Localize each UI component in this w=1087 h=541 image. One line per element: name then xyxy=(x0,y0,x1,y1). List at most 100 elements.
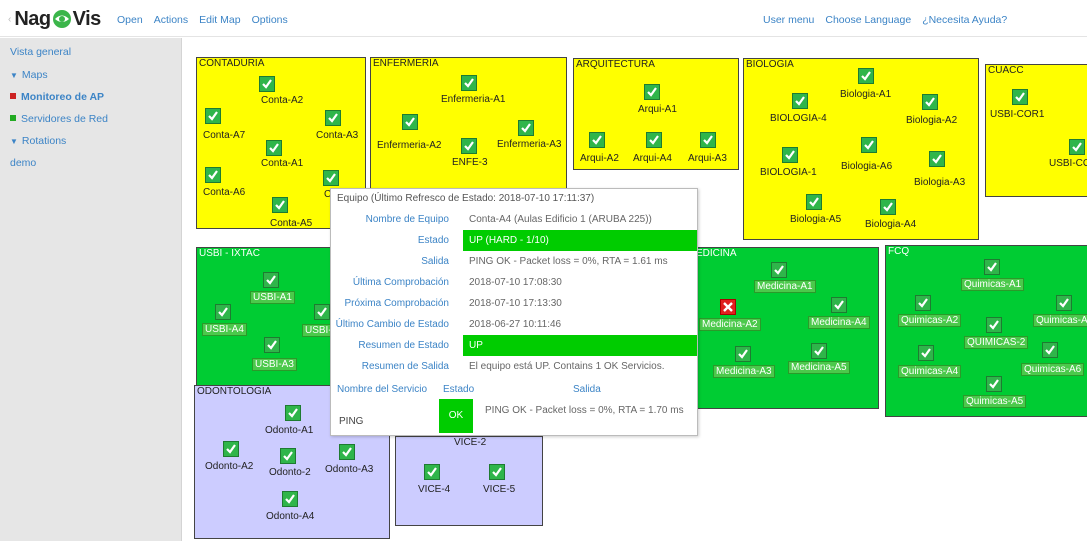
host-ok-icon[interactable] xyxy=(323,170,339,186)
host-ok-icon[interactable] xyxy=(735,346,751,362)
host-label[interactable]: Enfermeria-A3 xyxy=(496,139,562,150)
host-ok-icon[interactable] xyxy=(792,93,808,109)
host-label[interactable]: Biologia-A6 xyxy=(840,161,893,172)
area-cuacc[interactable]: CUACC USBI-COR1 USBI-COR xyxy=(985,64,1087,197)
host-label[interactable]: Biologia-A2 xyxy=(905,115,958,126)
host-label[interactable]: Arqui-A2 xyxy=(579,153,620,164)
host-label[interactable]: Enfermeria-A2 xyxy=(376,140,442,151)
host-label[interactable]: Medicina-A3 xyxy=(713,365,775,378)
host-ok-icon[interactable] xyxy=(880,199,896,215)
host-ok-icon[interactable] xyxy=(811,343,827,359)
host-label[interactable]: Odonto-2 xyxy=(268,467,312,478)
menu-edit-map[interactable]: Edit Map xyxy=(199,14,240,26)
host-label[interactable]: Conta-A2 xyxy=(260,95,304,106)
host-label[interactable]: Conta-A1 xyxy=(260,158,304,169)
host-ok-icon[interactable] xyxy=(646,132,662,148)
host-label[interactable]: Conta-A7 xyxy=(202,130,246,141)
host-label[interactable]: Medicina-A2 xyxy=(699,318,761,331)
host-label[interactable]: USBI-A4 xyxy=(202,323,247,336)
host-ok-icon[interactable] xyxy=(264,337,280,353)
host-ok-icon[interactable] xyxy=(1056,295,1072,311)
area-arquitectura[interactable]: ARQUITECTURA Arqui-A1 Arqui-A2 Arqui-A4 … xyxy=(573,58,739,170)
host-ok-icon[interactable] xyxy=(644,84,660,100)
host-label[interactable]: VICE-4 xyxy=(417,484,451,495)
host-label[interactable]: Odonto-A3 xyxy=(324,464,374,475)
host-ok-icon[interactable] xyxy=(929,151,945,167)
host-label[interactable]: Quimicas-A1 xyxy=(961,278,1025,291)
host-ok-icon[interactable] xyxy=(205,167,221,183)
collapse-arrow-icon[interactable]: ‹ xyxy=(8,14,11,25)
host-critical-icon[interactable] xyxy=(720,299,736,315)
host-label[interactable]: Odonto-A4 xyxy=(265,511,315,522)
host-ok-icon[interactable] xyxy=(461,75,477,91)
host-label[interactable]: Odonto-A2 xyxy=(204,461,254,472)
host-label[interactable]: Quimicas-A4 xyxy=(898,365,962,378)
host-ok-icon[interactable] xyxy=(1069,139,1085,155)
host-ok-icon[interactable] xyxy=(782,147,798,163)
host-ok-icon[interactable] xyxy=(806,194,822,210)
host-ok-icon[interactable] xyxy=(272,197,288,213)
host-ok-icon[interactable] xyxy=(1042,342,1058,358)
host-label[interactable]: VICE-5 xyxy=(482,484,516,495)
host-ok-icon[interactable] xyxy=(922,94,938,110)
host-ok-icon[interactable] xyxy=(259,76,275,92)
host-label[interactable]: USBI-A3 xyxy=(252,358,297,371)
host-label[interactable]: Medicina-A4 xyxy=(808,316,870,329)
menu-options[interactable]: Options xyxy=(252,14,288,26)
host-ok-icon[interactable] xyxy=(282,491,298,507)
host-ok-icon[interactable] xyxy=(424,464,440,480)
host-ok-icon[interactable] xyxy=(831,297,847,313)
host-label[interactable]: USBI-COR xyxy=(1048,158,1087,169)
area-medicina[interactable]: EDICINA Medicina-A1 Medicina-A2 Medicina… xyxy=(693,247,879,409)
host-label[interactable]: Medicina-A5 xyxy=(788,361,850,374)
host-ok-icon[interactable] xyxy=(918,345,934,361)
host-ok-icon[interactable] xyxy=(518,120,534,136)
host-ok-icon[interactable] xyxy=(223,441,239,457)
host-ok-icon[interactable] xyxy=(215,304,231,320)
host-ok-icon[interactable] xyxy=(314,304,330,320)
host-ok-icon[interactable] xyxy=(266,140,282,156)
host-ok-icon[interactable] xyxy=(280,448,296,464)
area-biologia[interactable]: BIOLOGIA Biologia-A1 BIOLOGIA-4 Biologia… xyxy=(743,58,979,240)
host-label[interactable]: Quimicas-A5 xyxy=(963,395,1027,408)
host-label[interactable]: Conta-A3 xyxy=(315,130,359,141)
host-ok-icon[interactable] xyxy=(285,405,301,421)
sidebar-overview[interactable]: Vista general xyxy=(10,46,71,58)
host-label[interactable]: Biologia-A3 xyxy=(913,177,966,188)
sidebar-rotations-toggle[interactable]: ▼ Rotations xyxy=(10,135,66,147)
host-ok-icon[interactable] xyxy=(1012,89,1028,105)
host-label[interactable]: Conta-A5 xyxy=(269,218,313,229)
host-label[interactable]: Arqui-A1 xyxy=(637,104,678,115)
host-ok-icon[interactable] xyxy=(861,137,877,153)
host-label[interactable]: Quimicas-A2 xyxy=(898,314,962,327)
host-label[interactable]: Biologia-A5 xyxy=(789,214,842,225)
host-label[interactable]: QUIMICAS-2 xyxy=(964,336,1029,349)
host-ok-icon[interactable] xyxy=(325,110,341,126)
host-label[interactable]: Biologia-A4 xyxy=(864,219,917,230)
sidebar-map-servidores[interactable]: Servidores de Red xyxy=(10,113,108,125)
host-ok-icon[interactable] xyxy=(339,444,355,460)
host-ok-icon[interactable] xyxy=(263,272,279,288)
host-ok-icon[interactable] xyxy=(771,262,787,278)
area-usbi-ixtac[interactable]: USBI - IXTAC USBI-A1 USBI-A4 USBI- USBI-… xyxy=(196,247,346,407)
sidebar-rotation-demo[interactable]: demo xyxy=(10,157,36,169)
host-ok-icon[interactable] xyxy=(986,317,1002,333)
host-ok-icon[interactable] xyxy=(986,376,1002,392)
host-ok-icon[interactable] xyxy=(984,259,1000,275)
host-label[interactable]: Medicina-A1 xyxy=(754,280,816,293)
host-label[interactable]: Enfermeria-A1 xyxy=(440,94,506,105)
sidebar-maps-toggle[interactable]: ▼ Maps xyxy=(10,69,48,81)
host-ok-icon[interactable] xyxy=(489,464,505,480)
area-vice[interactable]: VICE-2 VICE-4 VICE-5 xyxy=(395,436,543,526)
host-ok-icon[interactable] xyxy=(915,295,931,311)
host-label[interactable]: USBI-COR1 xyxy=(989,109,1045,120)
menu-actions[interactable]: Actions xyxy=(154,14,188,26)
host-label[interactable]: Arqui-A4 xyxy=(632,153,673,164)
host-label[interactable]: ENFE-3 xyxy=(451,157,489,168)
menu-help[interactable]: ¿Necesita Ayuda? xyxy=(922,14,1007,26)
host-label[interactable]: USBI-A1 xyxy=(250,291,295,304)
host-label[interactable]: Conta-A6 xyxy=(202,187,246,198)
menu-language[interactable]: Choose Language xyxy=(825,14,911,26)
menu-user[interactable]: User menu xyxy=(763,14,814,26)
host-label[interactable]: VICE-2 xyxy=(453,437,487,448)
